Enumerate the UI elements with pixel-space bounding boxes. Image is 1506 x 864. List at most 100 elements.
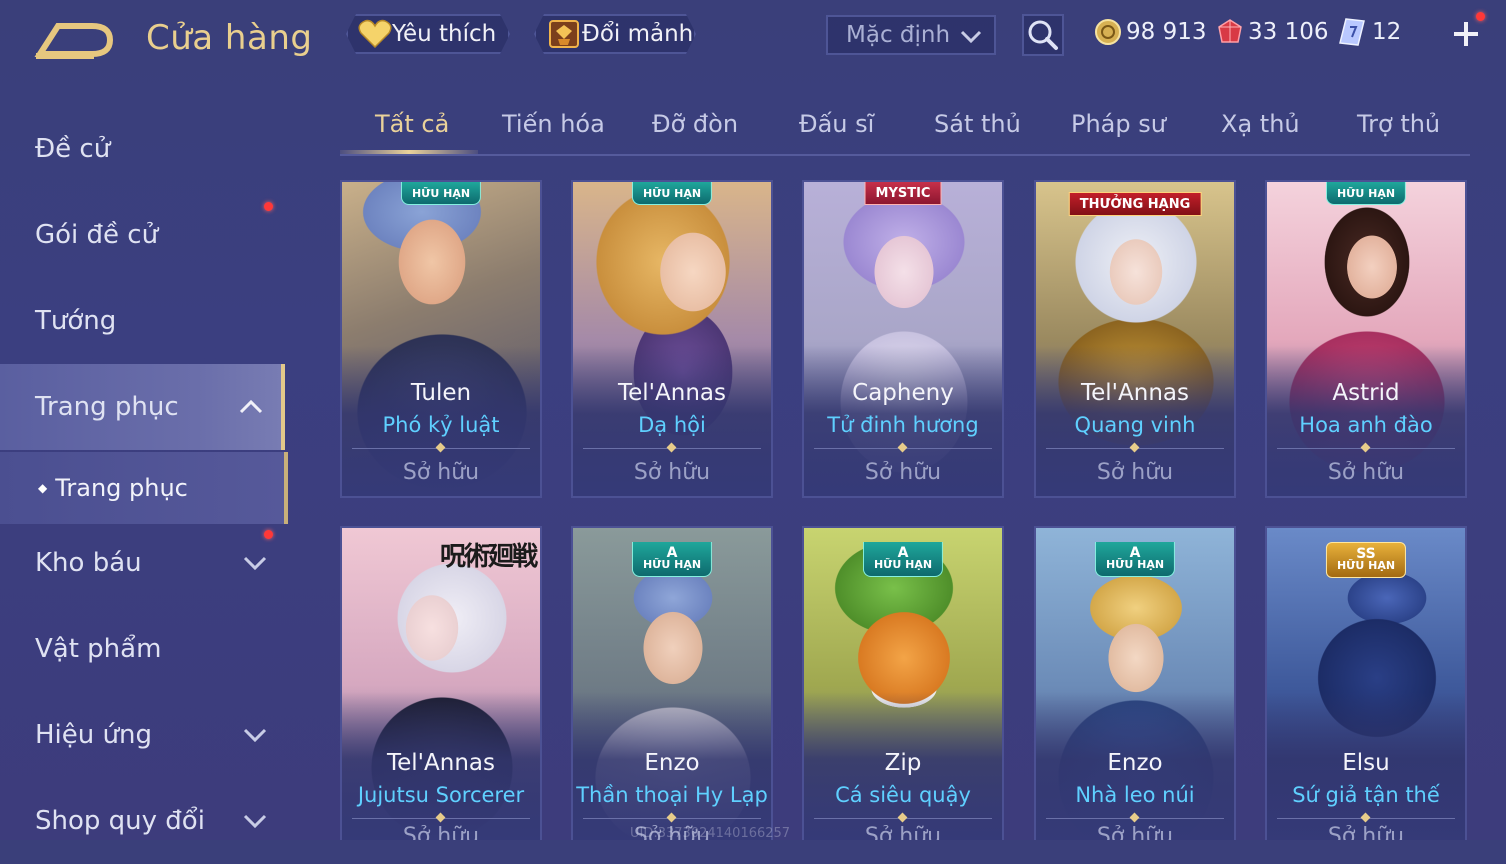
gold-amount: 98 913 — [1126, 19, 1207, 45]
tier-limited-badge: SS HỮU HẠN — [1325, 542, 1407, 578]
back-button[interactable] — [34, 20, 114, 62]
skin-name: Nhà leo núi — [1075, 783, 1195, 807]
sidebar-subitem-skins[interactable]: ◆ Trang phục — [0, 452, 288, 524]
skin-card[interactable]: SS HỮU HẠN Elsu Sứ giả tận thế Sở hữu — [1265, 526, 1467, 840]
skin-name: Dạ hội — [638, 413, 706, 437]
sidebar-item-effects[interactable]: Hiệu ứng — [0, 692, 285, 778]
ranked-badge: THƯỞNG HẠNG — [1068, 192, 1202, 216]
tier-limited-badge: A HỮU HẠN — [862, 542, 944, 577]
sidebar-subitem-label: Trang phục — [55, 474, 188, 502]
limited-label: HỮU HẠN — [873, 558, 933, 571]
hero-name: Tulen — [410, 380, 472, 406]
sidebar-item-recommended[interactable]: Đề cử — [0, 106, 285, 192]
card-divider — [1046, 448, 1224, 449]
hero-name: Tel'Annas — [618, 380, 726, 406]
card-divider — [1277, 448, 1455, 449]
sidebar-item-label: Tướng — [35, 306, 117, 336]
limited-label: HỮU HẠN — [1105, 558, 1165, 571]
skin-card[interactable]: HỮU HẠN Tulen Phó kỷ luật Sở hữu — [340, 180, 542, 498]
ownership-status: Sở hữu — [1096, 824, 1174, 840]
hero-name: Enzo — [1107, 750, 1163, 776]
card-divider — [583, 818, 761, 819]
sidebar-item-exchange-shop[interactable]: Shop quy đổi — [0, 778, 285, 864]
card-divider — [814, 448, 992, 449]
ownership-status: Sở hữu — [402, 824, 480, 840]
skin-card[interactable]: MYSTIC Capheny Tử đinh hương Sở hữu — [802, 180, 1004, 498]
sidebar-item-items[interactable]: Vật phẩm — [0, 606, 285, 692]
sidebar-item-label: Shop quy đổi — [35, 806, 205, 836]
skin-card[interactable]: 呪術廻戦 Tel'Annas Jujutsu Sorcerer Sở hữu — [340, 526, 542, 840]
skin-card[interactable]: A HỮU HẠN Zip Cá siêu quậy Sở hữu — [802, 526, 1004, 840]
sidebar-item-label: Đề cử — [35, 134, 111, 164]
sidebar-item-label: Trang phục — [35, 392, 179, 422]
card-divider — [1046, 818, 1224, 819]
exchange-fragments-button[interactable]: Đổi mảnh — [534, 14, 696, 54]
ownership-status: Sở hữu — [1327, 460, 1405, 485]
ownership-status: Sở hữu — [864, 460, 942, 485]
tier-limited-badge: A HỮU HẠN — [631, 542, 713, 577]
page-title: Cửa hàng — [146, 18, 313, 58]
card-divider — [583, 448, 761, 449]
mystic-badge: MYSTIC — [864, 182, 942, 205]
skin-name: Thần thoại Hy Lạp — [576, 783, 768, 807]
gem-amount: 33 106 — [1248, 19, 1329, 45]
uid-watermark: UID:3373024140166257 — [630, 826, 791, 841]
chevron-down-icon — [960, 30, 982, 44]
skin-name: Jujutsu Sorcerer — [357, 783, 525, 807]
skin-name: Tử đinh hương — [827, 413, 979, 437]
tab-evolution[interactable]: Tiến hóa — [502, 110, 605, 138]
top-bar: Cửa hàng Yêu thích Đổi mảnh Mặc định 98 — [0, 0, 1506, 80]
hero-name: Astrid — [1332, 380, 1400, 406]
limited-label: HỮU HẠN — [1336, 559, 1396, 572]
gold-coin-icon — [1095, 19, 1121, 45]
gem-currency: 33 106 — [1216, 14, 1328, 50]
skin-name: Hoa anh đào — [1299, 413, 1433, 437]
skin-card[interactable]: A HỮU HẠN Enzo Thần thoại Hy Lạp Sở hữu — [571, 526, 773, 840]
gold-currency: 98 913 — [1094, 14, 1206, 50]
skin-name: Cá siêu quậy — [835, 783, 971, 807]
limited-label: HỮU HẠN — [642, 558, 702, 571]
ticket-icon — [1339, 18, 1365, 46]
chevron-up-icon — [239, 400, 263, 414]
search-button[interactable] — [1022, 14, 1064, 56]
sidebar-item-treasure[interactable]: Kho báu — [0, 520, 285, 606]
tab-assassin[interactable]: Sát thủ — [934, 110, 1021, 138]
tab-mage[interactable]: Pháp sư — [1071, 110, 1166, 138]
hero-name: Capheny — [852, 380, 954, 406]
ownership-status: Sở hữu — [864, 824, 942, 840]
sidebar-item-heroes[interactable]: Tướng — [0, 278, 285, 364]
card-divider — [814, 818, 992, 819]
notification-dot — [1476, 12, 1485, 21]
tab-support[interactable]: Trợ thủ — [1357, 110, 1440, 138]
sort-value: Mặc định — [846, 22, 951, 48]
chevron-down-icon — [243, 814, 267, 828]
skin-card[interactable]: A HỮU HẠN Enzo Nhà leo núi Sở hữu — [1034, 526, 1236, 840]
ticket-amount: 12 — [1372, 19, 1402, 45]
jujutsu-kaisen-logo-text: 呪術廻戦 — [439, 542, 538, 572]
card-divider — [352, 818, 530, 819]
category-tabs: Tất cả Tiến hóa Đỡ đòn Đấu sĩ Sát thủ Ph… — [340, 100, 1470, 156]
tab-fighter[interactable]: Đấu sĩ — [799, 110, 874, 138]
tab-tank[interactable]: Đỡ đòn — [652, 110, 738, 138]
ownership-status: Sở hữu — [633, 460, 711, 485]
sidebar-item-skins[interactable]: Trang phục — [0, 364, 285, 450]
skin-name: Sứ giả tận thế — [1292, 783, 1440, 807]
sidebar-item-recommended-packs[interactable]: Gói đề cử — [0, 192, 285, 278]
back-arrow-icon — [34, 23, 114, 59]
skin-card[interactable]: HỮU HẠN Tel'Annas Dạ hội Sở hữu — [571, 180, 773, 498]
card-divider — [1277, 818, 1455, 819]
fragment-chest-icon — [546, 17, 582, 51]
sort-dropdown[interactable]: Mặc định — [826, 15, 996, 55]
tab-marksman[interactable]: Xạ thủ — [1221, 110, 1300, 138]
skin-name: Phó kỷ luật — [382, 413, 500, 437]
skin-card[interactable]: THƯỞNG HẠNG Tel'Annas Quang vinh Sở hữu — [1034, 180, 1236, 498]
add-currency-button[interactable] — [1446, 12, 1486, 54]
tab-all[interactable]: Tất cả — [375, 110, 449, 138]
limited-badge: HỮU HẠN — [631, 182, 713, 205]
skin-card[interactable]: HỮU HẠN Astrid Hoa anh đào Sở hữu — [1265, 180, 1467, 498]
diamond-bullet-icon: ◆ — [38, 481, 48, 495]
skin-grid: HỮU HẠN Tulen Phó kỷ luật Sở hữu HỮU HẠN… — [340, 180, 1472, 840]
chevron-down-icon — [243, 556, 267, 570]
favorites-button[interactable]: Yêu thích — [346, 14, 510, 54]
sidebar-item-label: Gói đề cử — [35, 220, 159, 250]
